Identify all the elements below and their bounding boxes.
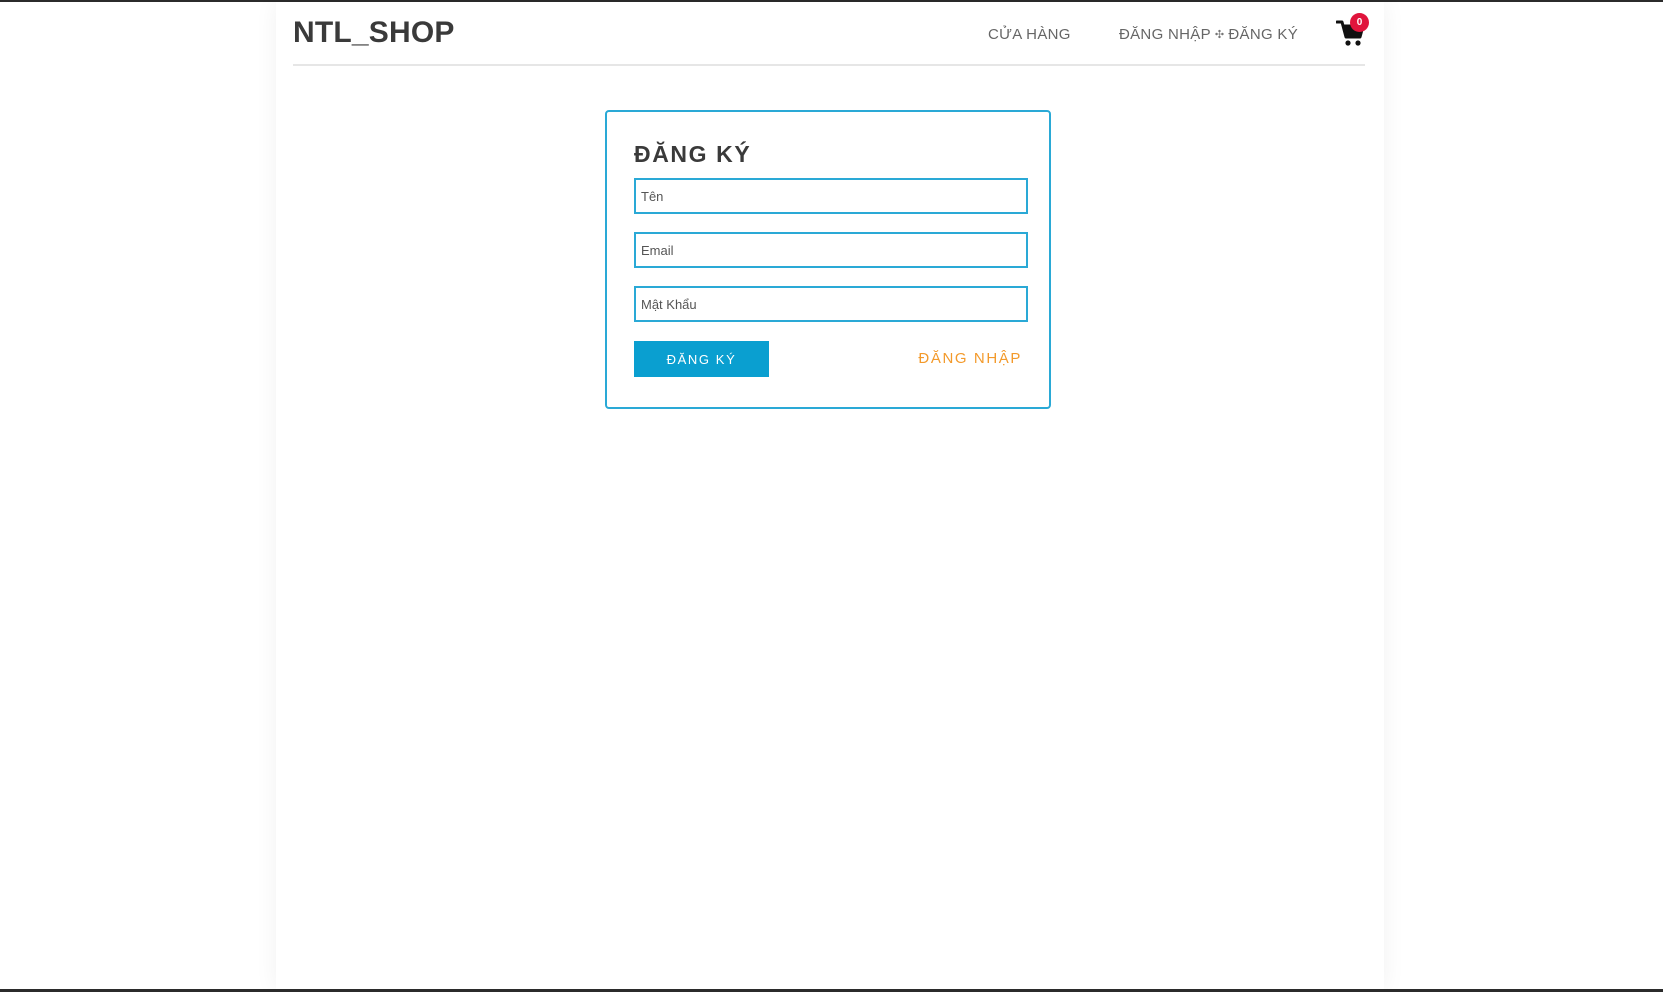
nav-store: CỬA HÀNG [988, 26, 1071, 43]
login-link[interactable]: ĐĂNG NHẬP [918, 350, 1022, 367]
nav-link-store[interactable]: CỬA HÀNG [988, 26, 1071, 43]
site-header: NTL_SHOP CỬA HÀNG ĐĂNG NHẬP ✣ ĐĂNG KÝ 0 [293, 2, 1369, 66]
nav-separator-icon: ✣ [1214, 29, 1225, 41]
nav-auth: ĐĂNG NHẬP ✣ ĐĂNG KÝ [1119, 26, 1298, 43]
cart-count-badge: 0 [1350, 13, 1369, 32]
name-input[interactable] [634, 178, 1028, 214]
register-form: ĐĂNG KÝ ĐĂNG KÝ ĐĂNG NHẬP [605, 110, 1051, 409]
nav-link-register[interactable]: ĐĂNG KÝ [1228, 26, 1298, 43]
site-logo[interactable]: NTL_SHOP [293, 16, 455, 50]
cart-button[interactable]: 0 [1336, 13, 1369, 48]
email-input[interactable] [634, 232, 1028, 268]
page-container: NTL_SHOP CỬA HÀNG ĐĂNG NHẬP ✣ ĐĂNG KÝ 0 ĐĂ… [276, 2, 1384, 989]
password-input[interactable] [634, 286, 1028, 322]
register-submit-button[interactable]: ĐĂNG KÝ [634, 341, 769, 377]
nav-link-login[interactable]: ĐĂNG NHẬP [1119, 26, 1211, 43]
form-title: ĐĂNG KÝ [634, 141, 752, 167]
